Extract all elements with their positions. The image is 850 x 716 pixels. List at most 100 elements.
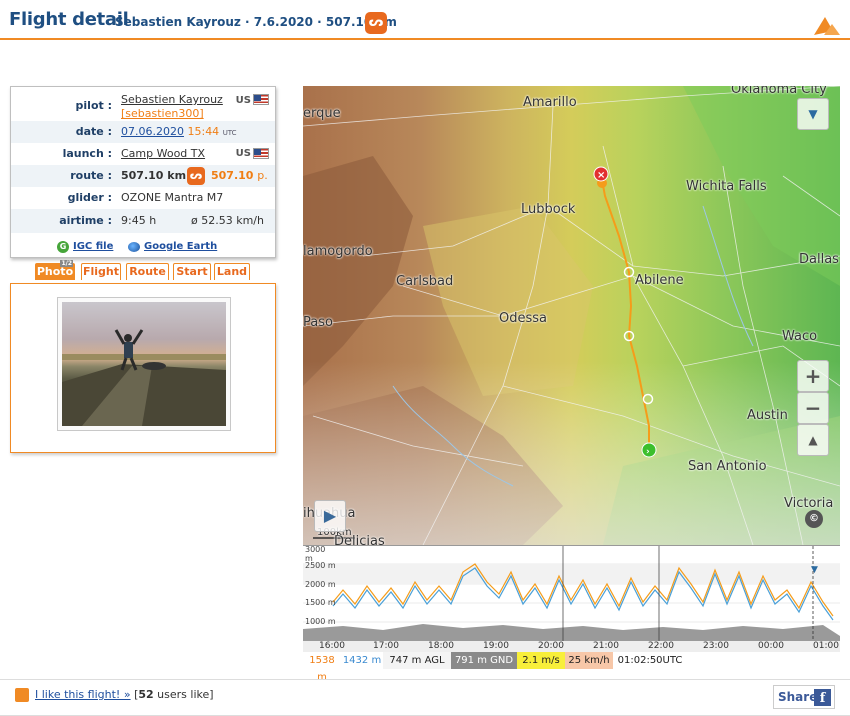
chart-x-labels: 16:00 17:00 18:00 19:00 20:00 21:00 22:0…: [303, 641, 840, 652]
zoom-out-button[interactable]: −: [797, 392, 829, 424]
x-tick-label: 21:00: [593, 641, 619, 651]
city-label: Odessa: [499, 311, 547, 326]
rss-icon[interactable]: [15, 688, 29, 702]
page-title: Flight detail: [9, 9, 129, 30]
ground-speed: 25 km/h: [565, 652, 613, 669]
city-label: Oklahoma City: [731, 86, 827, 97]
city-label: Austin: [747, 408, 788, 423]
glider-row: glider : OZONE Mantra M7: [11, 187, 275, 209]
zoom-in-button[interactable]: +: [797, 360, 829, 392]
x-tick-label: 16:00: [319, 641, 345, 651]
tab-flight[interactable]: Flight: [81, 263, 121, 280]
flight-photo[interactable]: [62, 302, 226, 426]
site-logo-icon: [814, 17, 840, 35]
x-tick-label: 18:00: [428, 641, 454, 651]
x-tick-label: 00:00: [758, 641, 784, 651]
like-flight-link[interactable]: I like this flight! »: [35, 688, 131, 701]
city-label: Wichita Falls: [686, 179, 767, 194]
average-speed: ø 52.53 km/h: [191, 214, 264, 227]
tab-land[interactable]: Land: [214, 263, 250, 280]
page-subtitle: Sebastien Kayrouz · 7.6.2020 · 507.10 km: [115, 15, 397, 29]
track-status-bar: 1538 m 1432 m 747 m AGL 791 m GND 2.1 m/…: [303, 652, 840, 683]
city-label: San Antonio: [688, 459, 767, 474]
x-tick-label: 17:00: [373, 641, 399, 651]
city-label: erque: [303, 106, 341, 121]
route-points: 507.10: [211, 169, 254, 182]
copyright-icon[interactable]: ©: [805, 510, 823, 528]
page-footer: I like this flight! » [52 users like] Sh…: [0, 679, 850, 716]
play-button[interactable]: ▶: [314, 500, 346, 532]
flight-info-table: pilot : Sebastien Kayrouz [sebastien300]…: [10, 86, 276, 258]
pilot-row: pilot : Sebastien Kayrouz [sebastien300]…: [11, 89, 275, 121]
altitude-gps: 1538 m: [303, 652, 341, 683]
tab-photo[interactable]: Photo 1/2: [35, 260, 75, 280]
y-tick-label: 2000 m: [305, 580, 336, 589]
route-row: route : 507.10 km ᔕ 507.10 p.: [11, 165, 275, 187]
map-layers-button[interactable]: ▼: [797, 98, 829, 130]
photo-panel: [10, 283, 276, 453]
igc-file-link[interactable]: IGC file: [73, 241, 113, 252]
svg-text:▼: ▼: [811, 565, 818, 575]
x-tick-label: 22:00: [648, 641, 674, 651]
pilot-label: pilot :: [75, 99, 112, 112]
date-label: date :: [75, 125, 112, 138]
city-label: Carlsbad: [396, 274, 454, 289]
launch-time: 15:44: [187, 125, 220, 138]
city-label: Lubbock: [521, 202, 576, 217]
pilot-country-code: US: [235, 95, 251, 106]
facebook-icon: f: [814, 689, 831, 706]
route-points-unit: p.: [257, 169, 268, 182]
google-earth-link[interactable]: Google Earth: [144, 241, 217, 252]
map-labels: Amarillo Oklahoma City erque Lubbock Wic…: [303, 86, 840, 545]
airtime-value: 9:45 h: [121, 214, 157, 227]
x-tick-label: 23:00: [703, 641, 729, 651]
x-tick-label: 20:00: [538, 641, 564, 651]
tab-route[interactable]: Route: [126, 263, 169, 280]
tab-start[interactable]: Start: [173, 263, 211, 280]
route-type-icon: ᔕ: [187, 167, 205, 185]
airtime-row: airtime : 9:45 h ø 52.53 km/h: [11, 209, 275, 233]
city-label: Dallas: [799, 252, 839, 267]
photo-frame[interactable]: [57, 297, 231, 431]
google-earth-icon: [128, 242, 140, 252]
x-tick-label: 19:00: [483, 641, 509, 651]
igc-file-icon: G: [57, 241, 69, 253]
city-label: lamogordo: [303, 244, 373, 259]
photo-count-badge: 1/2: [60, 260, 73, 267]
city-label: Victoria: [784, 496, 834, 511]
glider-label: glider :: [67, 191, 112, 204]
x-tick-label: 01:00: [813, 641, 839, 651]
altitude-baro: 1432 m: [341, 652, 383, 669]
download-links: G IGC file Google Earth: [11, 239, 275, 257]
page-header: Flight detail Sebastien Kayrouz · 7.6.20…: [0, 0, 850, 40]
y-tick-label: 2500 m: [305, 561, 336, 570]
launch-link[interactable]: Camp Wood TX: [121, 147, 205, 160]
date-link[interactable]: 07.06.2020: [121, 125, 184, 138]
time-zone: UTC: [222, 129, 237, 137]
compass-button[interactable]: ▲: [797, 424, 829, 456]
pilot-link[interactable]: Sebastien Kayrouz: [121, 93, 223, 106]
airtime-label: airtime :: [59, 214, 112, 227]
flight-type-icon: ᔕ: [365, 12, 387, 34]
like-section: I like this flight! » [52 users like]: [35, 688, 214, 701]
launch-label: launch :: [62, 147, 112, 160]
vario-value: 2.1 m/s: [517, 652, 565, 669]
y-tick-label: 1500 m: [305, 598, 336, 607]
us-flag-icon: [253, 94, 269, 105]
pilot-username-link[interactable]: [sebastien300]: [121, 107, 204, 120]
track-time: 01:02:50UTC: [613, 652, 687, 669]
altitude-chart[interactable]: ▼ 3000 m 2500 m 2000 m 1500 m 1000 m 16:…: [303, 545, 840, 652]
glider-name: OZONE Mantra M7: [121, 191, 224, 204]
date-row: date : 07.06.2020 15:44 UTC: [11, 121, 275, 143]
share-button[interactable]: Share f: [773, 685, 835, 709]
like-count: 52: [138, 688, 154, 701]
us-flag-icon: [253, 148, 269, 159]
flight-map[interactable]: × › Amarillo Oklahoma City erque Lubbock…: [303, 86, 840, 545]
city-label: Amarillo: [523, 95, 577, 110]
launch-row: launch : Camp Wood TX US: [11, 143, 275, 165]
ground-altitude: 791 m GND: [451, 652, 517, 669]
launch-country-code: US: [235, 148, 251, 159]
city-label: Paso: [303, 315, 333, 330]
y-tick-label: 1000 m: [305, 617, 336, 626]
altitude-agl: 747 m AGL: [383, 652, 451, 669]
